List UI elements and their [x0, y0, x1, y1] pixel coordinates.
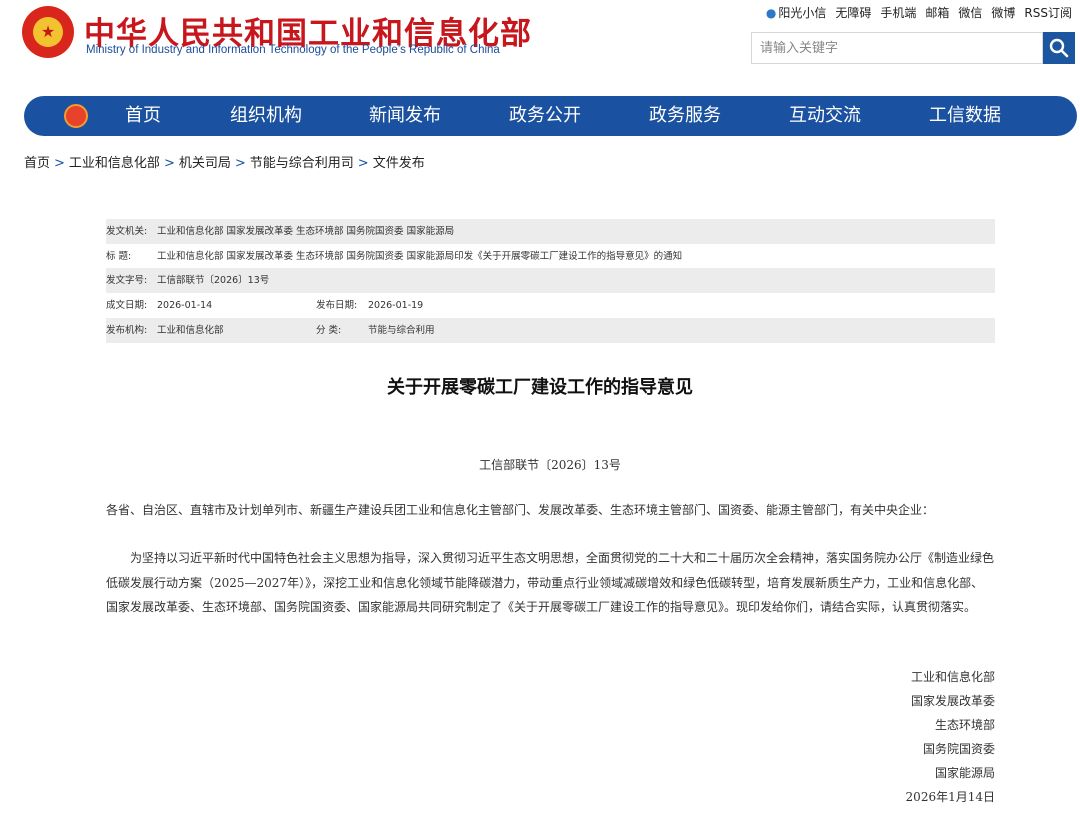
site-name-en: Ministry of Industry and Information Tec… [86, 44, 500, 56]
top-link-sunshine[interactable]: ● 阳光小信 [766, 4, 827, 21]
info-label: 分 类: [316, 325, 342, 336]
info-label: 成文日期: [106, 300, 148, 311]
search-button[interactable] [1043, 32, 1075, 64]
info-label: 发文字号: [106, 275, 148, 286]
top-link-mobile[interactable]: 手机端 [880, 4, 916, 21]
top-link-wechat[interactable]: 微信 [958, 4, 982, 21]
info-value: 2026-01-14 [157, 300, 213, 311]
sunshine-icon: ● [765, 6, 777, 20]
info-label: 发布机构: [106, 325, 148, 336]
breadcrumb-separator: > [163, 156, 175, 171]
main-nav: 首页 组织机构 新闻发布 政务公开 政务服务 互动交流 工信数据 [24, 96, 1077, 136]
signature-org: 国家发展改革委 [910, 694, 995, 708]
signature-date: 2026年1月14日 [905, 790, 995, 804]
info-row-issuer: 发文机关: 工业和信息化部 国家发展改革委 生态环境部 国务院国资委 国家能源局 [106, 219, 995, 244]
breadcrumb-separator: > [234, 156, 246, 171]
info-value: 工业和信息化部 国家发展改革委 生态环境部 国务院国资委 国家能源局 [157, 226, 455, 237]
article-paragraph: 为坚持以习近平新时代中国特色社会主义思想为指导，深入贯彻习近平生态文明思想，全面… [106, 551, 995, 614]
signature-org: 国家能源局 [934, 766, 995, 780]
article-title: 关于开展零碳工厂建设工作的指导意见 [387, 377, 693, 398]
signature-org: 国务院国资委 [922, 742, 995, 756]
info-value: 节能与综合利用 [368, 325, 435, 336]
info-row-docno: 发文字号: 工信部联节〔2026〕13号 [106, 268, 995, 293]
nav-logo-icon [64, 104, 88, 128]
search-input[interactable] [751, 32, 1043, 64]
breadcrumb-home[interactable]: 首页 [24, 156, 50, 171]
info-label: 标 题: [106, 251, 132, 262]
breadcrumb-separator: > [54, 156, 65, 171]
search-icon [1049, 38, 1069, 58]
top-link-weibo[interactable]: 微博 [991, 4, 1015, 21]
top-link-rss[interactable]: RSS订阅 [1024, 4, 1072, 21]
nav-item-organization[interactable]: 组织机构 [230, 96, 302, 136]
top-links: ● 阳光小信 无障碍 手机端 邮箱 微信 微博 RSS订阅 [766, 4, 1072, 21]
nav-item-home[interactable]: 首页 [125, 96, 161, 136]
breadcrumb-energy-dept[interactable]: 节能与综合利用司 [250, 156, 354, 171]
info-value: 工信部联节〔2026〕13号 [157, 275, 270, 286]
nav-item-news[interactable]: 新闻发布 [369, 96, 441, 136]
signature-org: 工业和信息化部 [910, 670, 995, 684]
breadcrumb-separator: > [357, 156, 369, 171]
info-label: 发布日期: [316, 300, 358, 311]
national-emblem-icon: ★ [22, 6, 74, 58]
info-value: 2026-01-19 [368, 300, 424, 311]
nav-item-services[interactable]: 政务服务 [649, 96, 721, 136]
top-link-mail[interactable]: 邮箱 [925, 4, 949, 21]
info-label: 发文机关: [106, 226, 148, 237]
top-link-accessibility[interactable]: 无障碍 [835, 4, 871, 21]
breadcrumb-miit[interactable]: 工业和信息化部 [69, 156, 160, 171]
article-doc-number: 工信部联节〔2026〕13号 [479, 458, 621, 472]
breadcrumb-departments[interactable]: 机关司局 [179, 156, 231, 171]
info-row-title: 标 题: 工业和信息化部 国家发展改革委 生态环境部 国务院国资委 国家能源局印… [106, 244, 995, 269]
signature-org: 生态环境部 [934, 718, 995, 732]
info-row-org: 发布机构: 工业和信息化部 分 类: 节能与综合利用 [106, 318, 995, 343]
article-paragraph: 各省、自治区、直辖市及计划单列市、新疆生产建设兵团工业和信息化主管部门、发展改革… [106, 503, 935, 517]
nav-item-data[interactable]: 工信数据 [929, 96, 1001, 136]
info-row-dates: 成文日期: 2026-01-14 发布日期: 2026-01-19 [106, 293, 995, 318]
nav-item-interaction[interactable]: 互动交流 [789, 96, 861, 136]
nav-item-affairs-open[interactable]: 政务公开 [509, 96, 581, 136]
info-value: 工业和信息化部 [157, 325, 224, 336]
breadcrumb-docs[interactable]: 文件发布 [373, 156, 425, 171]
breadcrumb: 首页 > 工业和信息化部 > 机关司局 > 节能与综合利用司 > 文件发布 [24, 152, 425, 171]
info-value: 工业和信息化部 国家发展改革委 生态环境部 国务院国资委 国家能源局印发《关于开… [157, 251, 683, 262]
